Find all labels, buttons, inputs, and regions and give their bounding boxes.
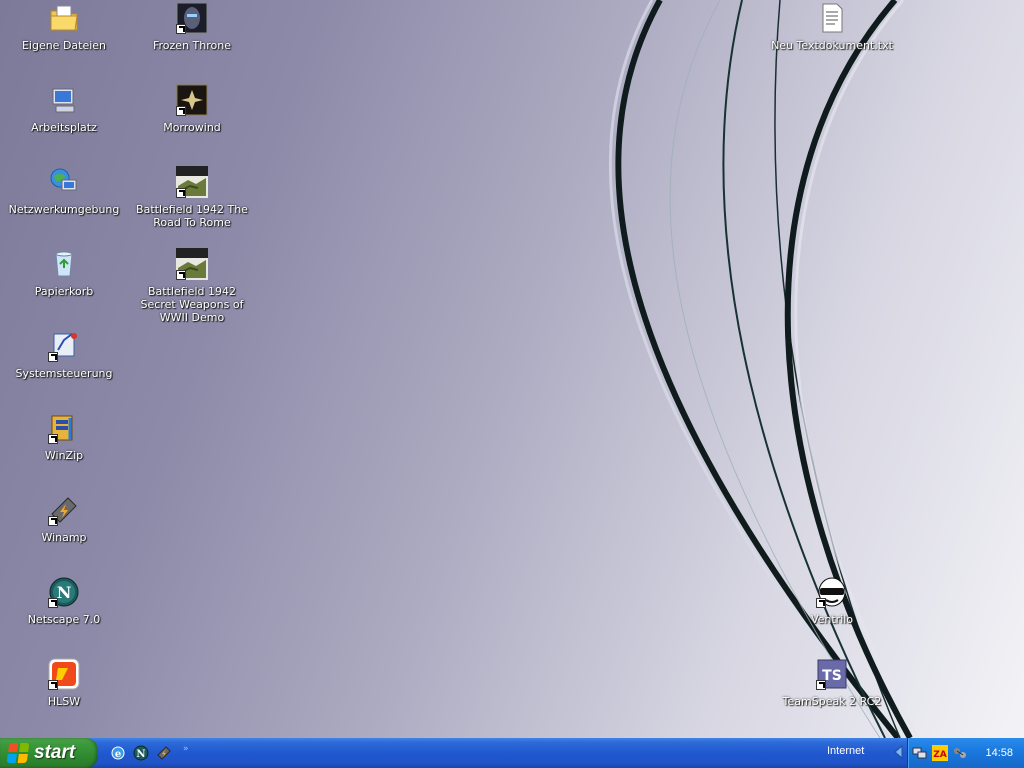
icon-label: TeamSpeak 2 RC2 <box>782 695 882 708</box>
icon-label: Papierkorb <box>34 285 94 298</box>
icon-label: WinZip <box>44 449 84 462</box>
desktop-icon-eigene-dateien[interactable]: Eigene Dateien <box>0 2 128 52</box>
icon-label: Neu Textdokument.txt <box>771 39 893 52</box>
icon-label: Systemsteuerung <box>15 367 113 380</box>
desktop-icon-winzip[interactable]: WinZip <box>0 412 128 462</box>
desktop-icon-battlefield-road-to-rome[interactable]: Battlefield 1942 The Road To Rome <box>128 166 256 229</box>
shortcut-arrow-icon <box>816 598 826 608</box>
recycle-bin-icon <box>48 248 80 280</box>
desktop: Eigene Dateien Arbeitsplatz Netzwerkumge… <box>0 0 1024 738</box>
icon-label: Ventrilo <box>810 613 854 626</box>
icon-label: Arbeitsplatz <box>31 121 97 134</box>
icon-label: HLSW <box>47 695 81 708</box>
shortcut-arrow-icon <box>48 598 58 608</box>
clock[interactable]: 14:58 <box>985 747 1013 759</box>
taskbar: start e N » <box>0 738 1024 768</box>
desktop-icon-netscape[interactable]: N Netscape 7.0 <box>0 576 128 626</box>
icon-label: Battlefield 1942 The Road To Rome <box>136 203 248 229</box>
start-label: start <box>34 742 76 763</box>
internet-toolbar-label[interactable]: Internet <box>827 745 864 757</box>
desktop-icon-winamp[interactable]: Winamp <box>0 494 128 544</box>
zonealarm-icon[interactable]: ZA <box>932 745 948 761</box>
battlefield-1942-icon <box>176 248 208 280</box>
desktop-icon-frozen-throne[interactable]: Frozen Throne <box>128 2 256 52</box>
svg-text:ZA: ZA <box>933 750 947 760</box>
netscape-icon[interactable]: N <box>133 745 149 761</box>
text-document-icon <box>816 2 848 34</box>
quick-launch-expand-icon[interactable]: » <box>183 744 189 754</box>
shortcut-arrow-icon <box>48 680 58 690</box>
icon-label: Winamp <box>41 531 87 544</box>
winzip-icon <box>48 412 80 444</box>
winamp-icon <box>48 494 80 526</box>
windows-logo-icon <box>6 743 30 763</box>
connection-icon[interactable] <box>952 745 968 761</box>
morrowind-icon <box>176 84 208 116</box>
svg-text:e: e <box>115 749 121 760</box>
desktop-icon-netzwerkumgebung[interactable]: Netzwerkumgebung <box>0 166 128 216</box>
desktop-icon-morrowind[interactable]: Morrowind <box>128 84 256 134</box>
my-documents-folder-icon <box>48 2 80 34</box>
icon-label: Eigene Dateien <box>21 39 107 52</box>
svg-text:N: N <box>57 583 72 602</box>
desktop-icon-neu-textdokument[interactable]: Neu Textdokument.txt <box>768 2 896 52</box>
icon-label: Battlefield 1942 Secret Weapons of WWII … <box>140 285 244 324</box>
shortcut-arrow-icon <box>176 24 186 34</box>
shortcut-arrow-icon <box>176 270 186 280</box>
network-places-icon <box>48 166 80 198</box>
system-tray: ZA 14:58 <box>907 738 1024 768</box>
frozen-throne-icon <box>176 2 208 34</box>
svg-text:N: N <box>136 749 145 760</box>
icon-label: Netscape 7.0 <box>27 613 101 626</box>
shortcut-arrow-icon <box>816 680 826 690</box>
my-computer-icon <box>48 84 80 116</box>
shortcut-arrow-icon <box>48 516 58 526</box>
icon-label: Netzwerkumgebung <box>8 203 120 216</box>
teamspeak-icon: TS <box>816 658 848 690</box>
shortcut-arrow-icon <box>176 188 186 198</box>
control-panel-icon <box>48 330 80 362</box>
desktop-icon-ventrilo[interactable]: Ventrilo <box>768 576 896 626</box>
desktop-icon-systemsteuerung[interactable]: Systemsteuerung <box>0 330 128 380</box>
desktop-icon-hlsw[interactable]: HLSW <box>0 658 128 708</box>
netscape-icon: N <box>48 576 80 608</box>
quick-launch-toolbar: e N » <box>110 744 189 761</box>
shortcut-arrow-icon <box>48 352 58 362</box>
desktop-icon-papierkorb[interactable]: Papierkorb <box>0 248 128 298</box>
desktop-icon-teamspeak[interactable]: TS TeamSpeak 2 RC2 <box>768 658 896 708</box>
network-icon[interactable] <box>912 745 928 761</box>
desktop-icon-arbeitsplatz[interactable]: Arbeitsplatz <box>0 84 128 134</box>
show-hidden-icons-chevron-icon[interactable] <box>892 744 906 760</box>
icon-label: Frozen Throne <box>153 39 231 52</box>
start-button[interactable]: start <box>0 738 98 768</box>
winamp-icon[interactable] <box>156 745 172 761</box>
icon-label: Morrowind <box>163 121 221 134</box>
battlefield-1942-icon <box>176 166 208 198</box>
internet-explorer-icon[interactable]: e <box>110 745 126 761</box>
shortcut-arrow-icon <box>48 434 58 444</box>
desktop-icon-battlefield-secret-weapons[interactable]: Battlefield 1942 Secret Weapons of WWII … <box>128 248 256 324</box>
ventrilo-icon <box>816 576 848 608</box>
hlsw-icon <box>48 658 80 690</box>
shortcut-arrow-icon <box>176 106 186 116</box>
